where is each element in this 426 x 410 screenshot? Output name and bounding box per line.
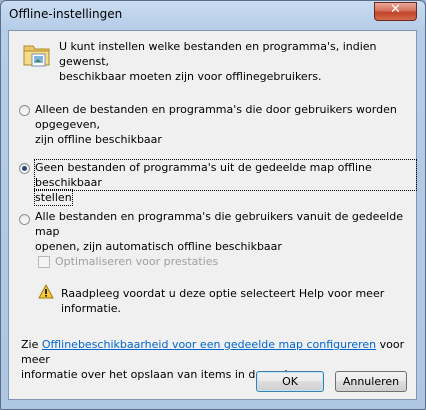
option-none-label[interactable]: Geen bestanden of programma's uit de ged… xyxy=(34,159,417,206)
option-1-line-2: zijn offline beschikbaar xyxy=(35,133,162,146)
dialog-window: Offline-instellingen ✕ U kunt instellen … xyxy=(0,0,426,410)
option-2-line-2: stellen xyxy=(34,189,73,206)
dialog-content: U kunt instellen welke bestanden en prog… xyxy=(8,30,417,400)
configure-offline-link[interactable]: Offlinebeschikbaarheid voor een gedeelde… xyxy=(42,338,376,351)
warning-icon xyxy=(38,284,54,299)
title-bar[interactable]: Offline-instellingen ✕ xyxy=(1,1,425,29)
warning-text: Raadpleeg voordat u deze optie selecteer… xyxy=(61,287,385,315)
optimize-checkbox[interactable] xyxy=(38,256,50,268)
radio-option-user-specified[interactable] xyxy=(19,105,30,116)
radio-option-none[interactable] xyxy=(19,163,30,174)
ok-button[interactable]: OK xyxy=(256,371,324,392)
close-button[interactable]: ✕ xyxy=(374,2,417,21)
option-2-line-1: Geen bestanden of programma's uit de ged… xyxy=(34,159,417,191)
radio-option-all-automatic[interactable] xyxy=(19,214,30,225)
option-1-line-1: Alleen de bestanden en programma's die d… xyxy=(35,103,397,131)
folder-offline-icon xyxy=(23,45,50,67)
option-all-automatic-label[interactable]: Alle bestanden en programma's die gebrui… xyxy=(35,209,416,254)
optimize-label: Optimaliseren voor prestaties xyxy=(55,255,219,268)
intro-line-2: beschikbaar moeten zijn voor offlinegebr… xyxy=(59,70,322,83)
intro-line-1: U kunt instellen welke bestanden en prog… xyxy=(59,40,377,68)
option-3-line-1: Alle bestanden en programma's die gebrui… xyxy=(35,210,403,238)
cancel-button[interactable]: Annuleren xyxy=(335,371,407,392)
window-title: Offline-instellingen xyxy=(9,7,123,21)
option-user-specified-label[interactable]: Alleen de bestanden en programma's die d… xyxy=(35,102,416,147)
option-3-line-2: openen, zijn automatisch offline beschik… xyxy=(35,240,282,253)
footer-prefix: Zie xyxy=(21,338,42,351)
close-icon: ✕ xyxy=(390,2,401,17)
